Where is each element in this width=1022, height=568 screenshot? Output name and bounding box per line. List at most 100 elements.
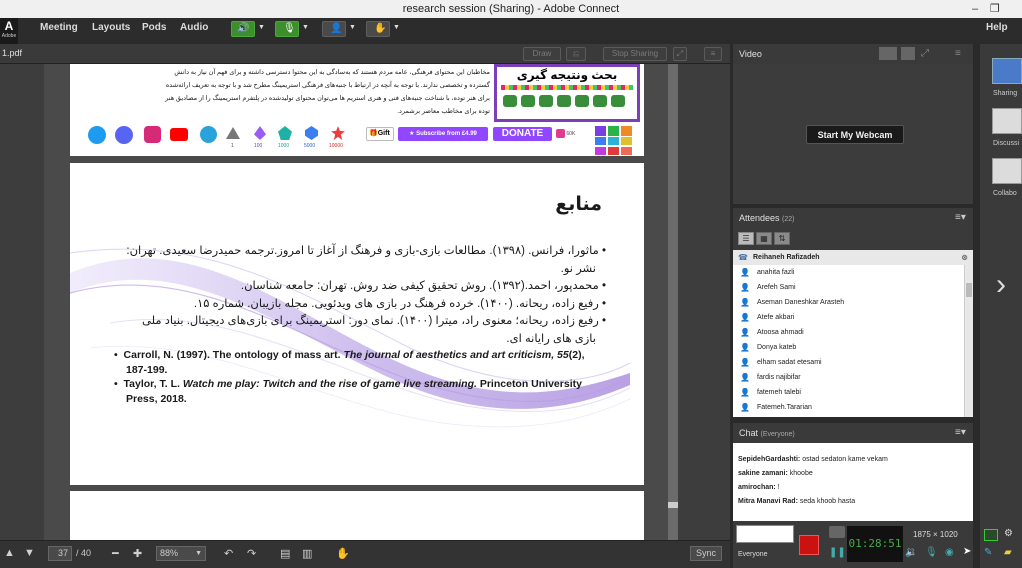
menu-layouts[interactable]: Layouts bbox=[92, 22, 130, 33]
undo-icon[interactable]: ⎌ bbox=[566, 47, 586, 61]
list-item[interactable]: 👤 fardis najibifar bbox=[733, 370, 973, 385]
volume-icon[interactable]: 🔉 bbox=[905, 547, 917, 558]
page-total: / 40 bbox=[76, 548, 92, 558]
emote-icon bbox=[557, 95, 571, 107]
pod-menu-icon[interactable]: ≡ bbox=[955, 44, 961, 64]
pod-menu-icon[interactable]: ≡▾ bbox=[955, 423, 966, 443]
pause-icon[interactable]: ❚❚ bbox=[829, 547, 846, 561]
reference-line: ماثورا، فرانس. (۱۳۹۸). مطالعات بازی-بازی… bbox=[126, 245, 599, 257]
arrow-down-icon[interactable]: ▼ bbox=[24, 547, 35, 559]
share-pod-header: 1.pdf Draw ⎌ Stop Sharing ⤢ ≡ bbox=[0, 44, 730, 64]
chevron-right-icon[interactable]: › bbox=[996, 268, 1006, 302]
attendees-scrollbar-thumb[interactable] bbox=[966, 283, 972, 297]
document-scrollbar-thumb[interactable] bbox=[668, 502, 678, 508]
chat-message: sakine zamani: khoobe bbox=[738, 467, 968, 481]
chat-input[interactable] bbox=[736, 525, 794, 543]
list-item[interactable]: 👤 Atoosa ahmadi bbox=[733, 325, 973, 340]
sync-button[interactable]: Sync bbox=[690, 546, 722, 561]
emote-icon bbox=[593, 95, 607, 107]
list-view-icon[interactable]: ☰ bbox=[738, 232, 754, 245]
pod-menu-icon[interactable]: ≡ bbox=[704, 47, 722, 61]
close-icon[interactable]: ⊗ bbox=[961, 250, 968, 265]
adobe-logo: A Adobe bbox=[0, 18, 18, 44]
list-item[interactable]: 👤 fatemeh talebi bbox=[733, 385, 973, 400]
microphone-button[interactable]: 🎙 bbox=[275, 21, 299, 37]
microphone-icon: 🎙 bbox=[283, 23, 296, 34]
attendee-name: anahita fazli bbox=[757, 269, 795, 276]
list-item[interactable]: 👤 Atefe akbari bbox=[733, 310, 973, 325]
zoom-in-icon[interactable]: ✚ bbox=[133, 547, 142, 560]
fit-page-icon[interactable]: ▤ bbox=[280, 547, 290, 560]
fullscreen-icon[interactable]: ⤢ bbox=[673, 47, 687, 61]
layout-collaboration[interactable] bbox=[992, 158, 1022, 184]
reference-pages: 187-199. bbox=[126, 363, 168, 376]
menu-pods[interactable]: Pods bbox=[142, 22, 166, 33]
layout-grid-icon[interactable] bbox=[879, 47, 897, 60]
attendees-toolbar: ☰ ▦ ⇅ bbox=[733, 228, 973, 250]
document-scrollbar[interactable] bbox=[668, 64, 678, 540]
record-button[interactable] bbox=[799, 535, 819, 555]
list-item[interactable]: 👤 Donya kateb bbox=[733, 340, 973, 355]
maximize-icon[interactable]: ❐ bbox=[990, 0, 1000, 18]
chevron-down-icon[interactable]: ▼ bbox=[349, 24, 356, 31]
layout-sharing[interactable] bbox=[992, 58, 1022, 84]
webcam-button[interactable]: 👤 bbox=[322, 21, 346, 37]
phone-user-icon: 👤 bbox=[740, 343, 750, 352]
pencil-icon[interactable]: ✎ bbox=[984, 547, 998, 561]
mic-icon[interactable]: 🎙 bbox=[925, 547, 938, 558]
start-webcam-button[interactable]: Start My Webcam bbox=[806, 125, 904, 144]
fullscreen-icon[interactable]: ⤢ bbox=[921, 44, 929, 64]
zoom-out-icon[interactable]: ━ bbox=[112, 547, 119, 560]
arrow-up-icon[interactable]: ▲ bbox=[4, 547, 15, 559]
layout-collaboration-label: Collabo bbox=[993, 190, 1017, 197]
chat-recipient[interactable]: Everyone bbox=[738, 551, 768, 558]
minimize-icon[interactable]: – bbox=[972, 0, 978, 18]
tier-100-label: 100 bbox=[254, 143, 263, 149]
settings-icon[interactable]: ⚙ bbox=[1004, 528, 1018, 540]
list-item[interactable]: 👤 elham sadat etesami bbox=[733, 355, 973, 370]
slide-current: منابع • ماثورا، فرانس. (۱۳۹۸). مطالعات ب… bbox=[70, 163, 644, 485]
folder-icon[interactable]: ▰ bbox=[1004, 547, 1018, 561]
draw-button[interactable]: Draw bbox=[523, 47, 561, 61]
status-button[interactable]: ✋ bbox=[366, 21, 390, 37]
chat-sender: Mitra Manavi Rad: bbox=[738, 498, 798, 505]
user-icon: 👤 bbox=[740, 388, 750, 397]
list-item[interactable]: 👤 Arefeh Sami bbox=[733, 280, 973, 295]
camera-status-icon[interactable]: ◉ bbox=[945, 547, 954, 558]
reference-item: • محمدپور، احمد.(۱۳۹۲). روش تحقیق کیفی ض… bbox=[240, 280, 606, 292]
host-row[interactable]: ☎ Reihaneh Rafizadeh ⊗ bbox=[733, 250, 973, 265]
chevron-down-icon[interactable]: ▼ bbox=[393, 24, 400, 31]
layout-discussion[interactable] bbox=[992, 108, 1022, 134]
menu-meeting[interactable]: Meeting bbox=[40, 22, 78, 33]
menu-audio[interactable]: Audio bbox=[180, 22, 208, 33]
emote-icon bbox=[575, 95, 589, 107]
zoom-select[interactable]: 88% ▼ bbox=[156, 546, 206, 561]
grid-view-icon[interactable]: ▦ bbox=[756, 232, 772, 245]
display-icon[interactable] bbox=[984, 529, 998, 541]
sort-icon[interactable]: ⇅ bbox=[774, 232, 790, 245]
attendees-scrollbar[interactable] bbox=[964, 265, 973, 417]
pod-menu-icon[interactable]: ≡▾ bbox=[955, 208, 966, 228]
chevron-down-icon[interactable]: ▼ bbox=[258, 24, 265, 31]
page-number-input[interactable]: 37 bbox=[48, 546, 72, 561]
menu-help[interactable]: Help bbox=[986, 22, 1008, 33]
rotate-left-icon[interactable]: ↶ bbox=[224, 547, 233, 560]
reference-item: نشر نو. bbox=[126, 261, 596, 279]
reference-item: • رفیع زاده، ریحانه. (۱۴۰۰). خرده فرهنگ … bbox=[193, 297, 606, 310]
rotate-right-icon[interactable]: ↷ bbox=[247, 547, 256, 560]
list-item[interactable]: 👤 Aseman Daneshkar Arasteh bbox=[733, 295, 973, 310]
attendee-name: Reihaneh Rafizadeh bbox=[753, 254, 820, 261]
list-item[interactable]: 👤 anahita fazli bbox=[733, 265, 973, 280]
speaker-button[interactable]: 🔊 bbox=[231, 21, 255, 37]
tier-1000-icon bbox=[278, 126, 292, 140]
hand-tool-icon[interactable]: ✋ bbox=[336, 547, 350, 560]
fit-width-icon[interactable]: ▥ bbox=[302, 547, 312, 560]
stop-sharing-button[interactable]: Stop Sharing bbox=[603, 47, 667, 61]
chat-text: ostad sedaton kame vekam bbox=[802, 456, 888, 463]
resolution-label: 1875 × 1020 bbox=[913, 530, 958, 539]
twitter-icon bbox=[88, 126, 106, 144]
layout-single-icon[interactable] bbox=[901, 47, 915, 60]
list-item[interactable]: 👤 Fatemeh.Tararian bbox=[733, 400, 973, 415]
chevron-down-icon[interactable]: ▼ bbox=[302, 24, 309, 31]
camera-icon[interactable] bbox=[829, 526, 845, 538]
